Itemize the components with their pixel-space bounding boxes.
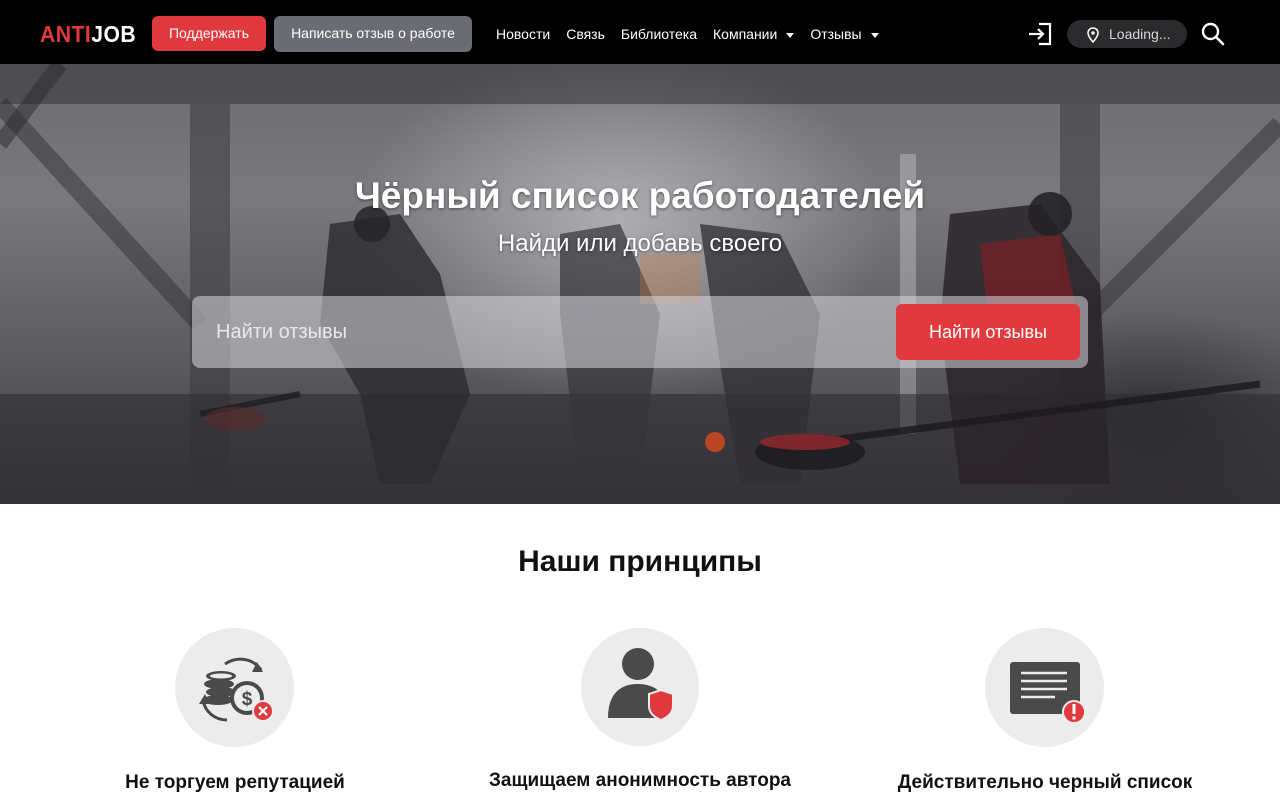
support-button[interactable]: Поддержать [152, 16, 266, 51]
main-nav: Новости Связь Библиотека Компании Отзывы [496, 24, 895, 44]
search-icon[interactable] [1200, 21, 1226, 47]
hero-search-box: Найти отзывы [192, 296, 1088, 368]
write-review-button[interactable]: Написать отзыв о работе [274, 16, 472, 52]
principles-title: Наши принципы [518, 545, 762, 578]
top-navbar: ANTIJOB Поддержать Написать отзыв о рабо… [0, 0, 1280, 64]
nav-companies-dropdown[interactable]: Компании [713, 24, 795, 44]
chevron-down-icon [786, 32, 795, 38]
principle-label: Действительно черный список [897, 772, 1193, 793]
site-logo[interactable]: ANTIJOB [40, 20, 136, 48]
search-button[interactable]: Найти отзывы [896, 304, 1080, 360]
hero-background-image [0, 64, 1280, 504]
login-icon[interactable] [1026, 20, 1054, 48]
svg-text:$: $ [242, 689, 253, 710]
location-pin-icon [1087, 27, 1099, 43]
no-money-exchange-icon: $ [199, 657, 274, 722]
nav-news-link[interactable]: Новости [496, 24, 550, 44]
nav-library-link[interactable]: Библиотека [621, 24, 697, 44]
nav-contact-link[interactable]: Связь [566, 24, 605, 44]
principle-label: Не торгуем репутацией [125, 772, 345, 793]
principle-label: Защищаем анонимность автора [488, 770, 791, 791]
document-alert-icon [1010, 662, 1086, 724]
hero-title: Чёрный список работодателей [354, 175, 926, 216]
location-text: Loading... [1109, 26, 1171, 42]
search-input[interactable] [216, 296, 876, 368]
chevron-down-icon [870, 32, 879, 38]
anonymous-user-shield-icon [608, 648, 674, 722]
nav-reviews-dropdown[interactable]: Отзывы [810, 24, 879, 44]
hero-banner: Чёрный список работодателей Найди или до… [0, 64, 1280, 504]
hero-subtitle: Найди или добавь своего [497, 230, 783, 257]
location-selector[interactable]: Loading... [1067, 20, 1187, 48]
